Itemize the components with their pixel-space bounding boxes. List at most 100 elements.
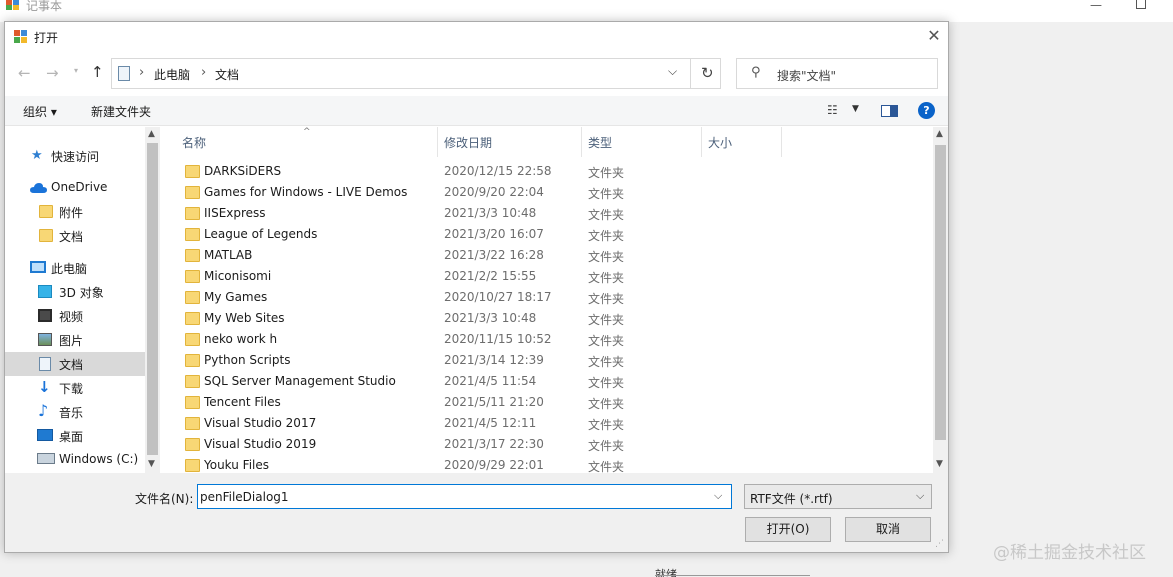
computer-icon <box>30 261 46 273</box>
file-row[interactable]: Visual Studio 2019 2021/3/17 22:30 文件夹 <box>165 434 933 455</box>
column-header-date-modified[interactable]: 修改日期 <box>444 134 492 151</box>
resize-grip-icon[interactable]: ⋰ <box>935 539 944 549</box>
minimize-button[interactable]: — <box>1090 0 1102 11</box>
chevron-down-icon[interactable]: ⌵ <box>668 64 677 79</box>
nav-item-downloads[interactable]: ↓ 下载 <box>5 376 145 400</box>
chevron-down-icon[interactable]: ⌵ <box>916 489 924 503</box>
file-row[interactable]: Youku Files 2020/9/29 22:01 文件夹 <box>165 455 933 473</box>
nav-item-label: 文档 <box>59 358 84 372</box>
nav-item-label: 视频 <box>59 310 84 324</box>
nav-item-onedrive-documents[interactable]: 文档 <box>5 224 145 248</box>
file-name: IISExpress <box>204 206 266 220</box>
column-header-size[interactable]: 大小 <box>708 134 732 151</box>
scroll-down-icon[interactable]: ▼ <box>936 459 943 469</box>
help-icon[interactable]: ? <box>918 102 935 119</box>
file-type-select[interactable]: RTF文件 (*.rtf) ⌵ <box>744 484 932 509</box>
notepad-title: 记事本 <box>26 0 63 13</box>
open-button[interactable]: 打开(O) <box>745 517 831 542</box>
view-dropdown-arrow-icon[interactable]: ▼ <box>852 104 859 114</box>
nav-item-videos[interactable]: 视频 <box>5 304 145 328</box>
file-type: 文件夹 <box>588 376 625 390</box>
file-name: Tencent Files <box>204 395 281 409</box>
nav-item-3d-objects[interactable]: 3D 对象 <box>5 280 145 304</box>
file-row[interactable]: SQL Server Management Studio 2021/4/5 11… <box>165 371 933 392</box>
folder-icon <box>185 333 200 346</box>
nav-item-label: 3D 对象 <box>59 286 104 300</box>
file-date: 2020/9/20 22:04 <box>444 185 544 199</box>
file-row[interactable]: League of Legends 2021/3/20 16:07 文件夹 <box>165 224 933 245</box>
organize-button[interactable]: 组织 ▾ <box>23 103 57 120</box>
scroll-up-icon[interactable]: ▲ <box>936 129 943 139</box>
breadcrumb-separator-icon[interactable]: › <box>139 65 144 80</box>
view-options-icon[interactable]: ☷ <box>827 103 838 117</box>
cancel-button[interactable]: 取消 <box>845 517 931 542</box>
filename-value: penFileDialog1 <box>200 490 289 504</box>
nav-item-desktop[interactable]: 桌面 <box>5 424 145 448</box>
folder-icon <box>185 396 200 409</box>
back-arrow-icon[interactable]: ← <box>18 64 31 82</box>
watermark-text: @稀土掘金技术社区 <box>993 543 1146 563</box>
maximize-button[interactable] <box>1136 0 1146 9</box>
nav-item-onedrive[interactable]: OneDrive <box>5 176 145 200</box>
file-date: 2021/3/20 16:07 <box>444 227 544 241</box>
divider <box>690 59 691 88</box>
search-input[interactable]: ⚲ 搜索"文档" <box>736 58 938 89</box>
file-row[interactable]: IISExpress 2021/3/3 10:48 文件夹 <box>165 203 933 224</box>
nav-item-documents[interactable]: 文档 <box>5 352 145 376</box>
recent-locations-icon[interactable]: ▾ <box>74 66 78 75</box>
breadcrumb-separator-icon[interactable]: › <box>201 65 206 80</box>
navigation-scrollbar[interactable]: ▲ ▼ <box>145 127 160 473</box>
preview-pane-icon[interactable] <box>881 105 898 117</box>
file-date: 2020/11/15 10:52 <box>444 332 552 346</box>
scrollbar-thumb[interactable] <box>147 143 158 455</box>
column-divider[interactable] <box>701 127 702 157</box>
scroll-down-icon[interactable]: ▼ <box>148 459 155 469</box>
address-bar[interactable]: › 此电脑 › 文档 ⌵ ↻ <box>111 58 721 89</box>
open-file-dialog: 打开 ✕ ← → ▾ ↑ › 此电脑 › 文档 ⌵ ↻ ⚲ 搜索"文档" 组织 … <box>4 21 949 553</box>
file-row[interactable]: Python Scripts 2021/3/14 12:39 文件夹 <box>165 350 933 371</box>
forward-arrow-icon[interactable]: → <box>46 64 59 82</box>
refresh-icon[interactable]: ↻ <box>701 64 714 82</box>
file-list-scrollbar[interactable]: ▲ ▼ <box>933 127 948 473</box>
file-row[interactable]: Games for Windows - LIVE Demos 2020/9/20… <box>165 182 933 203</box>
column-divider[interactable] <box>781 127 782 157</box>
nav-item-windows-c[interactable]: Windows (C:) <box>5 448 145 472</box>
column-header-type[interactable]: 类型 <box>588 134 612 151</box>
nav-item-pictures[interactable]: 图片 <box>5 328 145 352</box>
breadcrumb-this-pc[interactable]: 此电脑 <box>154 66 190 83</box>
file-date: 2021/3/17 22:30 <box>444 437 544 451</box>
notepad-background-area <box>950 60 1173 577</box>
column-header-name[interactable]: 名称 <box>182 134 206 151</box>
folder-icon <box>185 186 200 199</box>
filename-input[interactable]: penFileDialog1 ⌵ <box>197 484 732 509</box>
folder-icon <box>185 207 200 220</box>
file-row[interactable]: neko work h 2020/11/15 10:52 文件夹 <box>165 329 933 350</box>
up-arrow-icon[interactable]: ↑ <box>91 63 104 81</box>
nav-item-label: 桌面 <box>59 430 84 444</box>
file-row[interactable]: DARKSiDERS 2020/12/15 22:58 文件夹 <box>165 161 933 182</box>
scrollbar-thumb[interactable] <box>935 145 946 440</box>
column-divider[interactable] <box>437 127 438 157</box>
file-row[interactable]: My Web Sites 2021/3/3 10:48 文件夹 <box>165 308 933 329</box>
file-row[interactable]: Miconisomi 2021/2/2 15:55 文件夹 <box>165 266 933 287</box>
nav-item-attachments[interactable]: 附件 <box>5 200 145 224</box>
nav-item-quick-access[interactable]: ★ 快速访问 <box>5 144 145 168</box>
file-type: 文件夹 <box>588 292 625 306</box>
new-folder-button[interactable]: 新建文件夹 <box>91 103 151 120</box>
chevron-down-icon[interactable]: ⌵ <box>714 489 722 503</box>
file-type: 文件夹 <box>588 250 625 264</box>
file-row[interactable]: Tencent Files 2021/5/11 21:20 文件夹 <box>165 392 933 413</box>
nav-item-music[interactable]: ♪ 音乐 <box>5 400 145 424</box>
drive-icon <box>37 453 55 464</box>
file-row[interactable]: My Games 2020/10/27 18:17 文件夹 <box>165 287 933 308</box>
close-icon[interactable]: ✕ <box>925 27 943 45</box>
column-divider[interactable] <box>581 127 582 157</box>
breadcrumb-documents[interactable]: 文档 <box>215 66 239 83</box>
file-type: 文件夹 <box>588 334 625 348</box>
file-row[interactable]: Visual Studio 2017 2021/4/5 12:11 文件夹 <box>165 413 933 434</box>
nav-item-this-pc[interactable]: 此电脑 <box>5 256 145 280</box>
file-row[interactable]: MATLAB 2021/3/22 16:28 文件夹 <box>165 245 933 266</box>
scroll-up-icon[interactable]: ▲ <box>148 129 155 139</box>
navigation-pane: ★ 快速访问 OneDrive 附件 文档 此电脑 3D 对象 视频 图片 文档… <box>5 127 160 473</box>
search-placeholder: 搜索"文档" <box>777 69 837 83</box>
